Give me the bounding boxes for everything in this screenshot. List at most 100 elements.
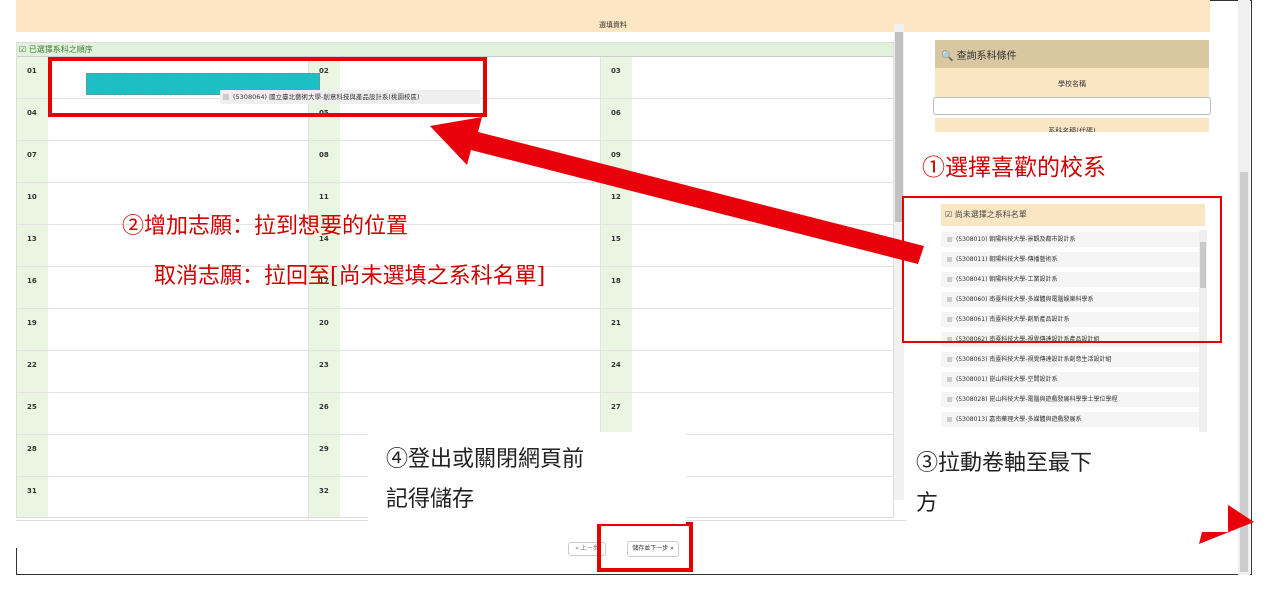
slot-number: 20 [309,309,340,351]
slot-dropzone[interactable] [340,309,601,351]
unselected-scroll-thumb[interactable] [1200,242,1206,288]
slot-dropzone[interactable] [340,141,601,183]
slot-number: 16 [17,267,48,309]
slot-dropzone[interactable] [340,99,601,141]
page-scroll-thumb[interactable] [1240,172,1248,572]
list-item[interactable]: (5308028) 崑山科技大學-電腦與遊戲發展科學學士學位學程 [941,392,1199,408]
list-item[interactable]: (5308011) 朝陽科技大學-傳播藝術系 [941,252,1199,268]
drag-handle-icon [947,357,952,362]
drag-handle-icon [947,397,952,402]
school-name-input[interactable] [933,97,1211,115]
step2-text-1: ②增加志願：拉到想要的位置 [122,214,409,239]
slot-number: 08 [309,141,340,183]
slot-number: 09 [601,141,632,183]
step1-annotation: ①選擇喜歡的校系 [918,140,1228,188]
step2-line1: ②增加志願：拉到想要的位置 [118,204,618,240]
slot-dropzone[interactable] [48,435,309,477]
prev-button[interactable]: « 上一步 [568,542,606,556]
step3-text-2: 方 [916,491,939,516]
unselected-list-header: ☑ 尚未選擇之系科名單 [941,204,1205,226]
slot-number: 28 [17,435,48,477]
page-scrollbar[interactable] [1238,0,1250,575]
slot-dropzone[interactable] [632,351,893,393]
unselected-list-title: 尚未選擇之系科名單 [954,210,1027,219]
step3-annotation: ③拉動卷軸至最下 方 [906,432,1228,532]
title-text: 選填資料 [599,21,627,29]
list-item-label: (5308063) 南臺科技大學-視覺傳達設計系創意生活設計組 [956,356,1112,363]
drag-handle-icon [947,237,952,242]
list-item-label: (5308028) 崑山科技大學-電腦與遊戲發展科學學士學位學程 [956,396,1118,403]
slot-dropzone[interactable] [632,309,893,351]
search-panel-header: 🔍 查詢系科條件 [935,40,1209,68]
slot-number: 04 [17,99,48,141]
list-item[interactable]: (5308063) 南臺科技大學-視覺傳達設計系創意生活設計組 [941,352,1199,368]
grid-scrollbar[interactable] [894,24,904,500]
list-item[interactable]: (5308061) 南臺科技大學-創新產品設計系 [941,312,1199,328]
slot-number: 06 [601,99,632,141]
slot-number: 01 [17,57,48,99]
step3-text-1: ③拉動卷軸至最下 [916,451,1093,476]
save-next-button[interactable]: 儲存並下一步 » [627,541,679,557]
list-item-label: (5308061) 南臺科技大學-創新產品設計系 [956,316,1070,323]
slot-dropzone[interactable] [48,99,309,141]
step1-text: ①選擇喜歡的校系 [922,155,1106,181]
step2-line2: 取消志願：拉回至[尚未選填之系科名單] [150,254,710,290]
drag-handle-icon [947,337,952,342]
drag-handle-icon [947,277,952,282]
slot-dropzone[interactable] [632,99,893,141]
list-item[interactable]: (5308013) 嘉南藥理大學-多媒體與遊戲發展系 [941,412,1199,428]
step2-text-2: 取消志願：拉回至[尚未選填之系科名單] [154,264,546,289]
slot-dropzone[interactable] [340,351,601,393]
slot-number: 13 [17,225,48,267]
list-item-label: (5308001) 崑山科技大學-空間設計系 [956,376,1058,383]
slot-number: 29 [309,435,340,477]
list-item[interactable]: (5308060) 南臺科技大學-多媒體與電腦娛樂科學系 [941,292,1199,308]
step4-text-2: 記得儲存 [386,487,475,512]
dragged-item-tooltip[interactable]: (5308064) 國立臺北藝術大學-創意科技與產品設計系(桃園校區) [220,90,480,104]
slot-number: 25 [17,393,48,435]
search-icon: 🔍 [941,51,954,62]
slot-number: 32 [309,477,340,517]
drag-handle-icon [223,94,229,100]
search-panel-title: 查詢系科條件 [956,51,1017,62]
drag-handle-icon [947,417,952,422]
list-item-label: (5308060) 南臺科技大學-多媒體與電腦娛樂科學系 [956,296,1094,303]
slot-number: 26 [309,393,340,435]
list-item-label: (5308041) 朝陽科技大學-工業設計系 [956,276,1058,283]
drag-handle-icon [947,257,952,262]
step4-text-1: ④登出或關閉網頁前 [386,447,585,472]
checkbox-icon: ☑ [945,210,953,219]
list-item[interactable]: (5308062) 南臺科技大學-視覺傳達設計系產品設計組 [941,332,1199,348]
list-item-label: (5308011) 朝陽科技大學-傳播藝術系 [956,256,1058,263]
drag-handle-icon [947,377,952,382]
slot-dropzone[interactable] [340,393,601,435]
slot-dropzone[interactable] [48,309,309,351]
dept-name-label: 系科名稱(代碼) [935,118,1209,132]
grid-header: ☑ 已選擇系科之順序 [17,43,893,57]
slot-dropzone[interactable] [48,393,309,435]
slot-number: 31 [17,477,48,517]
slot-number: 10 [17,183,48,225]
slot-dropzone[interactable] [632,141,893,183]
slot-dropzone[interactable] [632,393,893,435]
dragged-item-label: (5308064) 國立臺北藝術大學-創意科技與產品設計系(桃園校區) [233,93,420,101]
list-item[interactable]: (5308001) 崑山科技大學-空間設計系 [941,372,1199,388]
slot-number: 07 [17,141,48,183]
slot-dropzone[interactable] [632,183,893,225]
grid-scroll-thumb[interactable] [895,32,903,222]
slot-dropzone[interactable] [48,477,309,517]
slot-number: 24 [601,351,632,393]
slot-dropzone[interactable] [632,57,893,99]
slot-dropzone[interactable] [48,351,309,393]
list-item[interactable]: (5308041) 朝陽科技大學-工業設計系 [941,272,1199,288]
drag-handle-icon [947,297,952,302]
list-item[interactable]: (5308010) 朝陽科技大學-景觀及都市設計系 [941,232,1199,248]
slot-number: 05 [309,99,340,141]
list-item-label: (5308010) 朝陽科技大學-景觀及都市設計系 [956,236,1076,243]
list-item-label: (5308013) 嘉南藥理大學-多媒體與遊戲發展系 [956,416,1082,423]
slot-dropzone[interactable] [48,141,309,183]
slot-number: 03 [601,57,632,99]
slot-number: 22 [17,351,48,393]
drag-handle-icon [947,317,952,322]
slot-number: 21 [601,309,632,351]
